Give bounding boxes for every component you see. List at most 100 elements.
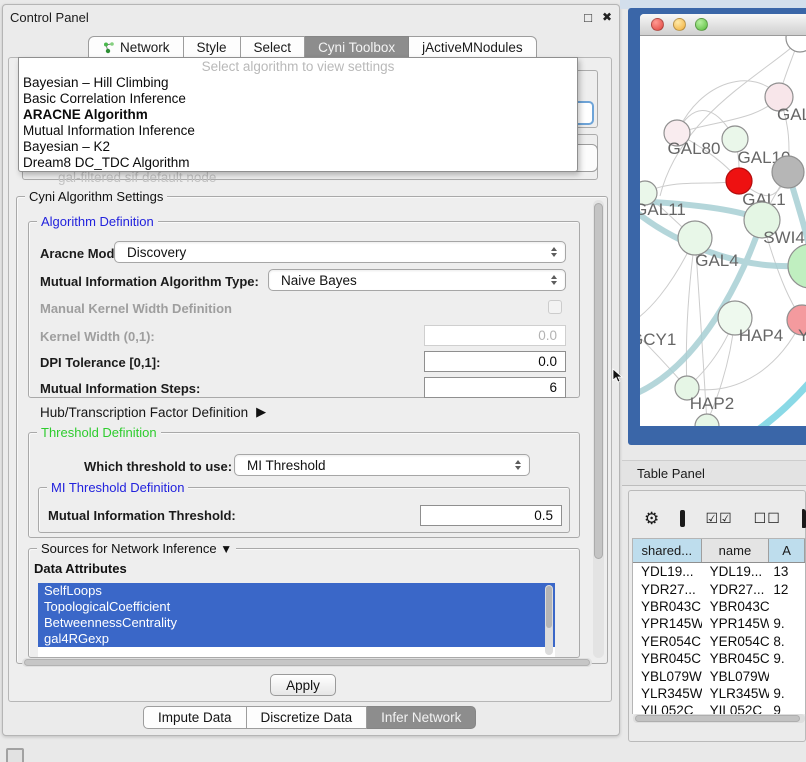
data-attributes-list[interactable]: SelfLoopsTopologicalCoefficientBetweenne…: [38, 583, 555, 657]
algorithm-popup-item[interactable]: Bayesian – K2: [19, 139, 577, 155]
minimize-traffic-light-icon[interactable]: [673, 18, 686, 31]
table-cell: YPR145W: [702, 615, 770, 632]
tab-style[interactable]: Style: [184, 36, 241, 59]
cyan-edge: [758, 382, 806, 426]
unselect-all-columns-icon[interactable]: ☐☐: [754, 510, 781, 527]
network-node[interactable]: [695, 414, 719, 426]
show-columns-icon[interactable]: [680, 510, 684, 527]
network-node-label: GAL4: [695, 251, 738, 270]
tab-impute-data[interactable]: Impute Data: [143, 706, 247, 729]
settings-horizontal-scrollbar-thumb[interactable]: [24, 659, 590, 666]
tab-style-label: Style: [197, 40, 227, 55]
network-node[interactable]: [788, 244, 806, 288]
table-row[interactable]: YPR145WYPR145W9.: [633, 615, 805, 632]
table-cell: YBR045C: [702, 650, 770, 667]
kernel-width-value: 0.0: [538, 328, 557, 343]
dpi-tolerance-value: 0.0: [538, 354, 557, 369]
table-panel-header: Table Panel: [622, 460, 806, 486]
settings-vertical-scrollbar-thumb[interactable]: [594, 203, 603, 559]
mi-algorithm-type-label: Mutual Information Algorithm Type:: [40, 274, 259, 289]
network-node-label: GAL11: [640, 200, 686, 219]
tab-impute-data-label: Impute Data: [158, 710, 232, 725]
network-combobox-value: gal-filtered sif default node: [58, 170, 216, 185]
table-cell: 9: [769, 702, 805, 714]
combo-arrows-icon: [515, 460, 521, 470]
network-canvas[interactable]: GALGAL80GAL10GAL1GAL11SWI4GAL4HAP4YGCY1H…: [640, 36, 806, 426]
tab-jactivemnodules[interactable]: jActiveMNodules: [409, 36, 537, 59]
tab-select[interactable]: Select: [241, 36, 306, 59]
tab-network[interactable]: Network: [88, 36, 184, 59]
mi-steps-label: Mutual Information Steps:: [40, 381, 200, 396]
table-row[interactable]: YIL052CYIL052C9: [633, 702, 805, 714]
apply-button[interactable]: Apply: [270, 674, 336, 696]
dpi-tolerance-field[interactable]: 0.0: [424, 351, 566, 372]
table-horizontal-scrollbar-thumb[interactable]: [635, 715, 800, 722]
tab-infer-network[interactable]: Infer Network: [367, 706, 476, 729]
hub-section-label: Hub/Transcription Factor Definition: [40, 405, 248, 420]
aracne-mode-combobox[interactable]: Discovery: [114, 241, 566, 263]
sources-title-text: Sources for Network Inference: [41, 541, 217, 556]
algorithm-popup-item[interactable]: ARACNE Algorithm: [19, 107, 577, 123]
combo-arrows-icon: [551, 247, 557, 257]
table-row[interactable]: YBL079WYBL079W: [633, 667, 805, 684]
tab-cyni-toolbox-label: Cyni Toolbox: [318, 40, 395, 55]
zoom-traffic-light-icon[interactable]: [695, 18, 708, 31]
table-cell: YLR345W: [702, 685, 770, 702]
mi-algorithm-type-combobox[interactable]: Naive Bayes: [268, 269, 566, 291]
select-all-columns-icon[interactable]: ☑☑: [706, 510, 733, 527]
node-table[interactable]: shared...nameA YDL19...YDL19...13YDR27..…: [632, 538, 806, 714]
hub-transcription-factor-section[interactable]: Hub/Transcription Factor Definition ▶: [40, 404, 266, 420]
table-cell: YIL052C: [633, 702, 702, 714]
algorithm-popup-item[interactable]: Basic Correlation Inference: [19, 91, 577, 107]
network-node[interactable]: [772, 156, 804, 188]
kernel-width-field[interactable]: 0.0: [424, 325, 566, 346]
table-row[interactable]: YBR045CYBR045C9.: [633, 650, 805, 667]
mouse-cursor: [612, 368, 624, 384]
attributes-list-scrollbar-thumb[interactable]: [546, 586, 552, 628]
table-cell: YBR043C: [633, 598, 702, 615]
network-window-titlebar[interactable]: [640, 14, 806, 36]
table-column-header[interactable]: name: [702, 539, 770, 562]
table-row[interactable]: YBR043CYBR043C: [633, 598, 805, 615]
tab-discretize-data[interactable]: Discretize Data: [247, 706, 368, 729]
which-threshold-combobox[interactable]: MI Threshold: [234, 454, 530, 476]
new-table-icon[interactable]: [802, 509, 806, 528]
expand-down-icon[interactable]: ▼: [220, 542, 232, 556]
table-cell: YDR27...: [702, 580, 770, 597]
data-attribute-item-selected[interactable]: gal4RGexp: [38, 631, 555, 647]
table-column-header[interactable]: A: [769, 539, 805, 562]
table-cell: YER054C: [633, 633, 702, 650]
which-threshold-label: Which threshold to use:: [84, 459, 232, 474]
float-window-icon[interactable]: □: [584, 11, 592, 24]
algorithm-popup-item[interactable]: Dream8 DC_TDC Algorithm: [19, 155, 577, 171]
tab-cyni-toolbox[interactable]: Cyni Toolbox: [305, 36, 409, 59]
data-attribute-item-selected[interactable]: BetweennessCentrality: [38, 615, 555, 631]
mi-threshold-field[interactable]: 0.5: [420, 505, 562, 526]
manual-kernel-width-checkbox[interactable]: [548, 300, 562, 314]
mi-threshold-label: Mutual Information Threshold:: [48, 508, 236, 523]
table-column-header[interactable]: shared...: [633, 539, 702, 562]
table-cell: YDR27...: [633, 580, 702, 597]
table-cell: YER054C: [702, 633, 770, 650]
algorithm-popup-item[interactable]: Bayesian – Hill Climbing: [19, 75, 577, 91]
tab-select-label: Select: [254, 40, 292, 55]
table-row[interactable]: YLR345WYLR345W9.: [633, 685, 805, 702]
application-root: Control Panel □ ✖ Network Style Select C…: [0, 0, 806, 762]
collapsed-panel-icon[interactable]: [6, 748, 24, 762]
algorithm-popup-item[interactable]: Mutual Information Inference: [19, 123, 577, 139]
close-traffic-light-icon[interactable]: [651, 18, 664, 31]
close-window-icon[interactable]: ✖: [602, 11, 612, 23]
tab-discretize-data-label: Discretize Data: [261, 710, 353, 725]
table-settings-gear-icon[interactable]: ⚙: [644, 510, 659, 527]
data-attribute-item-selected[interactable]: TopologicalCoefficient: [38, 599, 555, 615]
mi-steps-field[interactable]: 6: [424, 377, 566, 398]
table-row[interactable]: YER054CYER054C8.: [633, 633, 805, 650]
data-attribute-item-selected[interactable]: SelfLoops: [38, 583, 555, 599]
table-row[interactable]: YDR27...YDR27...12: [633, 580, 805, 597]
tab-network-label: Network: [120, 40, 170, 55]
expand-right-icon[interactable]: ▶: [256, 404, 266, 420]
sources-group-title: Sources for Network Inference ▼: [37, 541, 236, 557]
table-cell: [769, 598, 805, 615]
table-row[interactable]: YDL19...YDL19...13: [633, 563, 805, 580]
network-node-gal4[interactable]: [678, 221, 712, 255]
